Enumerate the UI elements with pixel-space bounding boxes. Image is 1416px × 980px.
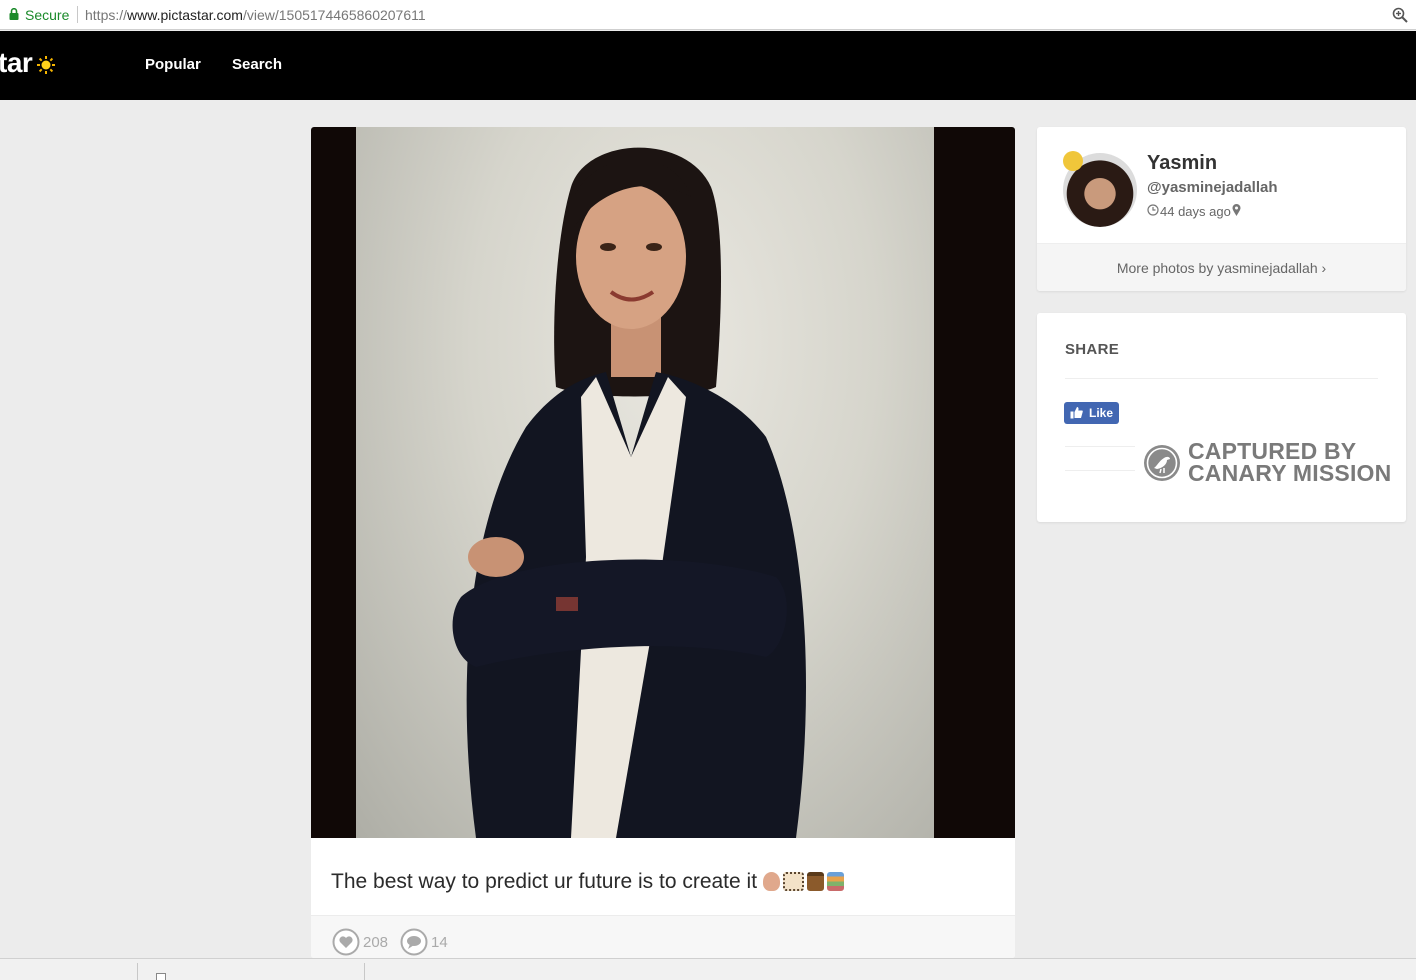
watermark-line-2: CANARY MISSION [1188,460,1392,486]
location-pin-icon[interactable] [1232,204,1241,216]
comments-count: 14 [431,934,448,951]
profile-handle[interactable]: @yasminejadallah [1147,179,1278,196]
portrait-image [356,127,934,838]
portrait-illustration [452,147,806,838]
url-scheme: https:// [85,7,128,23]
comment-icon[interactable] [400,928,428,956]
divider [1065,470,1135,471]
download-bar [0,958,1416,980]
post-caption: The best way to predict ur future is to … [331,870,845,894]
share-card: SHARE Like [1037,313,1406,522]
watermark-line-1: CAPTURED BY [1188,438,1357,464]
books-emoji-icon [827,872,845,891]
post-time: 44 days ago [1160,204,1231,219]
briefcase-emoji-icon [807,872,825,891]
zoom-icon[interactable] [1391,6,1409,24]
post-photo[interactable] [311,127,1015,838]
emoji-badge-icon [1063,151,1083,171]
secure-label: Secure [25,7,70,23]
file-icon[interactable] [156,973,166,980]
facebook-like-button[interactable]: Like [1064,402,1119,424]
url-field[interactable]: https://www.pictastar.com/view/150517446… [85,7,426,23]
likes-count: 208 [363,934,389,951]
watermark-text: CAPTURED BY CANARY MISSION [1188,438,1392,486]
address-separator [77,6,78,23]
clock-icon [1147,204,1159,216]
canary-bird-icon [1144,445,1180,481]
sun-icon [37,56,55,74]
heart-icon[interactable] [332,928,360,956]
divider [364,963,365,980]
post-card: The best way to predict ur future is to … [311,127,1015,958]
divider [1065,446,1135,447]
caption-text: The best way to predict ur future is to … [331,870,758,893]
browser-address-bar: Secure https://www.pictastar.com/view/15… [0,0,1416,30]
divider [1065,378,1378,379]
post-stats: 208 14 [311,915,1015,958]
site-logo[interactable]: tar [0,47,33,79]
url-path: /view/1505174465860207611 [242,7,426,23]
profile-card: Yasmin @yasminejadallah 44 days ago More… [1037,127,1406,291]
profile-name[interactable]: Yasmin [1147,152,1217,175]
share-title: SHARE [1065,341,1120,358]
more-photos-bar: More photos by yasminejadallah › [1037,243,1406,291]
more-photos-link[interactable]: More photos by yasminejadallah › [1037,260,1406,276]
facebook-like-label: Like [1089,406,1114,420]
woman-emoji-icon [763,872,781,891]
nav-popular[interactable]: Popular [145,56,201,73]
lock-icon [9,8,19,20]
thumbs-up-icon [1070,407,1083,419]
site-header: tar Popular Search [0,31,1416,100]
url-host: www.pictastar.com [127,7,243,23]
nav-search[interactable]: Search [232,56,282,73]
divider [137,963,138,980]
frame-emoji-icon [783,872,805,891]
